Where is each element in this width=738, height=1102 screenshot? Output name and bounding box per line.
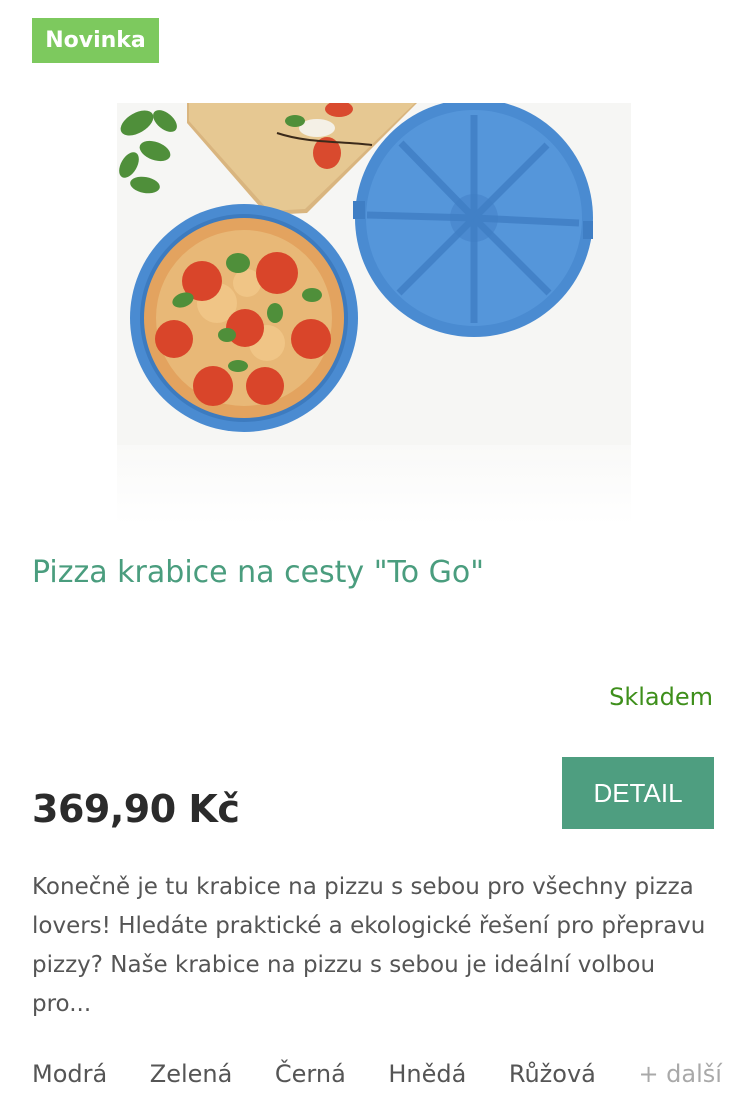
- product-image[interactable]: [117, 103, 631, 445]
- product-title[interactable]: Pizza krabice na cesty "To Go": [32, 555, 484, 590]
- variant-item: Hnědá: [388, 1060, 467, 1088]
- image-reflection: [117, 445, 631, 525]
- product-description: Konečně je tu krabice na pizzu s sebou p…: [32, 874, 706, 1017]
- detail-button-label: DETAIL: [593, 777, 683, 808]
- product-photo: [117, 103, 631, 445]
- variant-list: Modrá Zelená Černá Hnědá Růžová + další: [32, 1060, 722, 1088]
- product-price: 369,90 Kč: [32, 787, 240, 831]
- variant-item: Zelená: [149, 1060, 233, 1088]
- variant-item: Černá: [274, 1060, 346, 1088]
- variant-item: Růžová: [508, 1060, 596, 1088]
- more-variants-link[interactable]: + další: [638, 1060, 722, 1088]
- stock-status: Skladem: [609, 683, 713, 711]
- new-badge-label: Novinka: [45, 28, 146, 53]
- variant-item: Modrá: [32, 1060, 108, 1088]
- product-card: Novinka Pizza krabice na cesty "To Go" S…: [0, 0, 738, 1102]
- new-badge: Novinka: [32, 18, 159, 63]
- detail-button[interactable]: DETAIL: [562, 757, 714, 829]
